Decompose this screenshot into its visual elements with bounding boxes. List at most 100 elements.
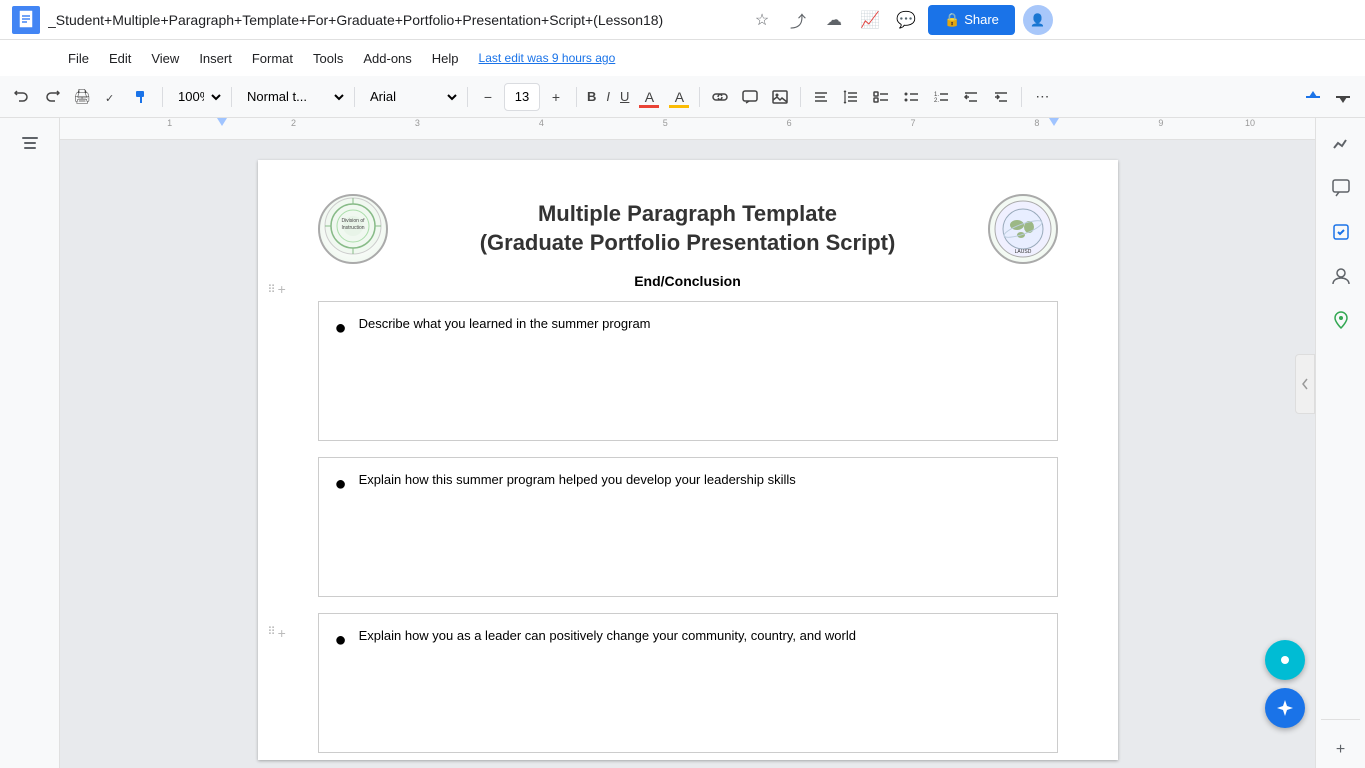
box3-drag-row: ⠿ + (268, 625, 286, 641)
chat-panel-icon[interactable] (1323, 170, 1359, 206)
box3-drag-handle[interactable]: ⠿ (268, 625, 276, 641)
separator-1 (162, 87, 163, 107)
underline-button[interactable]: U (616, 83, 633, 111)
menu-format[interactable]: Format (244, 47, 301, 70)
left-panel (0, 118, 60, 768)
title-actions: ☆ ⤴ ☁ 📈 💬 🔒 Share 👤 (748, 5, 1053, 35)
menu-tools[interactable]: Tools (305, 47, 351, 70)
bullet-dot-2: ● (335, 470, 347, 498)
heading-drag-row: ⠿ + (268, 281, 286, 297)
svg-text:✓: ✓ (105, 93, 114, 105)
paragraph-style-select[interactable]: Normal t... (238, 83, 348, 111)
bullet-dot-1: ● (335, 314, 347, 342)
separator-4 (467, 87, 468, 107)
analytics-icon[interactable]: 📈 (856, 6, 884, 34)
bullet-text-3: Explain how you as a leader can positive… (359, 626, 856, 647)
user-avatar[interactable]: 👤 (1023, 5, 1053, 35)
svg-text:2.: 2. (934, 98, 939, 104)
document-title: _Student+Multiple+Paragraph+Template+For… (48, 12, 748, 28)
svg-text:LAUSD: LAUSD (1014, 249, 1031, 255)
document-page: Division of Instruction Multiple Paragra… (258, 160, 1118, 760)
add-panel-icon[interactable]: + (1323, 732, 1359, 768)
maps-icon[interactable] (1323, 302, 1359, 338)
link-button[interactable] (706, 83, 734, 111)
font-size-decrease-button[interactable]: − (474, 83, 502, 111)
italic-button[interactable]: I (602, 83, 614, 111)
bullet-dot-3: ● (335, 626, 347, 654)
menu-help[interactable]: Help (424, 47, 467, 70)
last-edit-label[interactable]: Last edit was 9 hours ago (479, 51, 616, 65)
font-size-input[interactable] (504, 83, 540, 111)
text-color-button[interactable]: A (635, 83, 663, 111)
redo-button[interactable] (38, 83, 66, 111)
undo-button[interactable] (8, 83, 36, 111)
toolbar-right-button2[interactable] (1329, 83, 1357, 111)
explore-icon[interactable] (1323, 126, 1359, 162)
font-select[interactable]: Arial (361, 83, 461, 111)
outline-icon[interactable] (12, 126, 48, 162)
left-indent-marker[interactable] (217, 118, 227, 126)
toolbar: 🖨 ✓ 100% Normal t... Arial − + B I U A A (0, 76, 1365, 118)
highlight-color-indicator (669, 105, 689, 108)
separator-5 (576, 87, 577, 107)
toolbar-right-button1[interactable] (1299, 83, 1327, 111)
lock-icon: 🔒 (944, 12, 960, 28)
menu-view[interactable]: View (143, 47, 187, 70)
heading-drag-handle[interactable]: ⠿ (268, 283, 276, 296)
heading-add-button[interactable]: + (278, 281, 286, 297)
expand-panel-button[interactable] (1295, 354, 1315, 414)
numbered-list-button[interactable]: 1.2. (927, 83, 955, 111)
doc-title-section: Multiple Paragraph Template (Graduate Po… (318, 200, 1058, 257)
separator-3 (354, 87, 355, 107)
indent-increase-button[interactable] (987, 83, 1015, 111)
text-color-indicator (639, 105, 659, 108)
bullet-list-button[interactable] (897, 83, 925, 111)
section-heading: End/Conclusion (318, 273, 1058, 289)
bold-button[interactable]: B (583, 83, 600, 111)
separator-8 (1021, 87, 1022, 107)
document-header: Division of Instruction Multiple Paragra… (318, 200, 1058, 257)
move-to-icon[interactable]: ⤴ (784, 6, 812, 34)
menu-file[interactable]: File (60, 47, 97, 70)
doc-main-title: Multiple Paragraph Template (398, 200, 978, 229)
spelling-button[interactable]: ✓ (98, 83, 126, 111)
separator-7 (800, 87, 801, 107)
chat-fab-button[interactable] (1265, 640, 1305, 680)
more-options-icon[interactable]: ☁ (820, 6, 848, 34)
print-button[interactable]: 🖨 (68, 83, 96, 111)
comment-icon[interactable]: 💬 (892, 6, 920, 34)
star-icon[interactable]: ☆ (748, 6, 776, 34)
indent-decrease-button[interactable] (957, 83, 985, 111)
menu-addons[interactable]: Add-ons (355, 47, 419, 70)
title-bar: _Student+Multiple+Paragraph+Template+For… (0, 0, 1365, 40)
more-toolbar-button[interactable]: ⋯ (1028, 83, 1056, 111)
right-logo: LAUSD (988, 194, 1058, 264)
content-box-3: ● Explain how you as a leader can positi… (318, 613, 1058, 753)
contacts-icon[interactable] (1323, 258, 1359, 294)
menu-edit[interactable]: Edit (101, 47, 139, 70)
bullet-item-2: ● Explain how this summer program helped… (335, 470, 1041, 498)
align-button[interactable] (807, 83, 835, 111)
share-button[interactable]: 🔒 Share (928, 5, 1015, 35)
separator-2 (231, 87, 232, 107)
menu-insert[interactable]: Insert (191, 47, 240, 70)
highlight-button[interactable]: A (665, 83, 693, 111)
doc-icon (12, 6, 40, 34)
right-panel-separator (1321, 719, 1360, 720)
right-panel: + (1315, 118, 1365, 768)
paint-format-button[interactable] (128, 83, 156, 111)
bullet-item-3: ● Explain how you as a leader can positi… (335, 626, 1041, 654)
comment-toolbar-button[interactable] (736, 83, 764, 111)
ai-assist-button[interactable] (1265, 688, 1305, 728)
line-spacing-button[interactable] (837, 83, 865, 111)
bullet-text-2: Explain how this summer program helped y… (359, 470, 796, 491)
box3-add-button[interactable]: + (278, 625, 286, 641)
right-indent-marker[interactable] (1049, 118, 1059, 126)
section-wrapper-box3: ⠿ + ● Explain how you as a leader can po… (318, 613, 1058, 753)
tasks-icon[interactable] (1323, 214, 1359, 250)
font-size-increase-button[interactable]: + (542, 83, 570, 111)
image-toolbar-button[interactable] (766, 83, 794, 111)
checklist-button[interactable] (867, 83, 895, 111)
content-area[interactable]: Division of Instruction Multiple Paragra… (60, 140, 1315, 768)
zoom-select[interactable]: 100% (169, 83, 225, 111)
